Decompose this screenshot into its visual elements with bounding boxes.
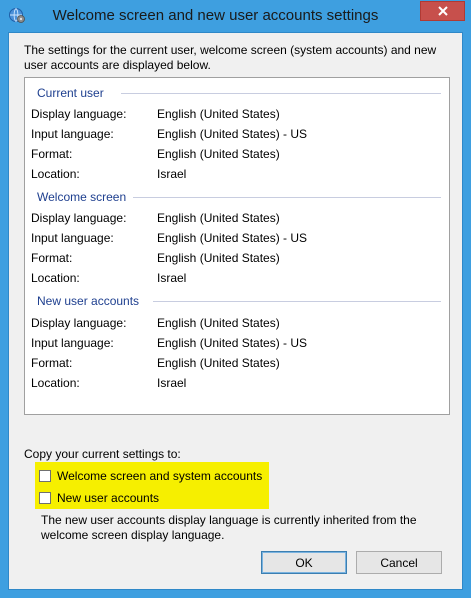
checkbox-label[interactable]: New user accounts — [57, 491, 159, 505]
group-header-new-user-accounts: New user accounts — [37, 294, 140, 308]
dialog-body: The settings for the current user, welco… — [8, 32, 463, 590]
row-value: English (United States) — [157, 251, 280, 265]
group-header-welcome-screen: Welcome screen — [37, 190, 127, 204]
row-label: Format: — [31, 147, 73, 161]
inheritance-note: The new user accounts display language i… — [41, 513, 417, 542]
settings-panel: Current user Display language: English (… — [24, 77, 450, 415]
row-label: Location: — [31, 376, 80, 390]
row-value: Israel — [157, 376, 187, 390]
row-label: Input language: — [31, 336, 114, 350]
row-value: English (United States) - US — [157, 231, 308, 245]
row-label: Display language: — [31, 107, 127, 121]
dialog-window: Welcome screen and new user accounts set… — [0, 0, 471, 598]
row-value: English (United States) — [157, 356, 280, 370]
ok-button[interactable]: OK — [261, 551, 347, 574]
group-header-current-user: Current user — [37, 86, 104, 100]
row-label: Input language: — [31, 127, 114, 141]
row-value: Israel — [157, 167, 187, 181]
close-button[interactable] — [420, 1, 465, 21]
row-value: English (United States) — [157, 316, 280, 330]
row-label: Display language: — [31, 316, 127, 330]
row-label: Display language: — [31, 211, 127, 225]
intro-text: The settings for the current user, welco… — [24, 43, 437, 72]
row-label: Format: — [31, 356, 73, 370]
group-divider — [133, 197, 441, 198]
group-divider — [153, 301, 441, 302]
window-title: Welcome screen and new user accounts set… — [52, 7, 379, 24]
row-label: Input language: — [31, 231, 114, 245]
row-value: English (United States) — [157, 107, 280, 121]
checkbox-box[interactable] — [39, 470, 51, 482]
close-icon — [437, 6, 448, 16]
new-user-accounts-checkbox[interactable]: New user accounts — [39, 490, 159, 506]
row-label: Format: — [31, 251, 73, 265]
row-value: English (United States) - US — [157, 127, 308, 141]
group-divider — [121, 93, 441, 94]
title-bar[interactable]: Welcome screen and new user accounts set… — [0, 0, 471, 32]
welcome-screen-checkbox[interactable]: Welcome screen and system accounts — [39, 468, 262, 484]
row-value: Israel — [157, 271, 187, 285]
row-value: English (United States) - US — [157, 336, 308, 350]
checkbox-box[interactable] — [39, 492, 51, 504]
row-value: English (United States) — [157, 211, 280, 225]
copy-settings-label: Copy your current settings to: — [24, 447, 181, 461]
row-value: English (United States) — [157, 147, 280, 161]
cancel-button[interactable]: Cancel — [356, 551, 442, 574]
row-label: Location: — [31, 271, 80, 285]
checkbox-label[interactable]: Welcome screen and system accounts — [57, 469, 262, 483]
row-label: Location: — [31, 167, 80, 181]
